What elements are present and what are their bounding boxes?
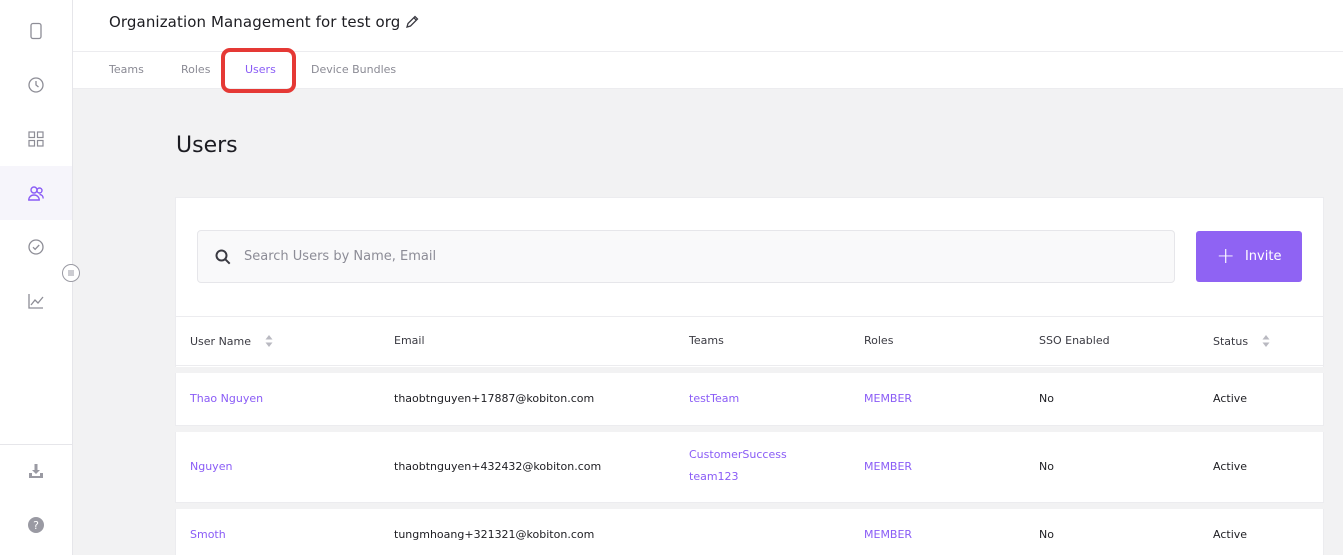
grid-icon: [28, 131, 44, 147]
sidebar-item-organization[interactable]: [0, 166, 72, 220]
plus-icon: +: [1216, 243, 1235, 269]
sort-icon[interactable]: [1262, 334, 1270, 348]
active-tab-highlight: [221, 48, 296, 93]
column-header-status[interactable]: Status: [1213, 334, 1270, 348]
search-icon: [215, 249, 231, 265]
sidebar: ?: [0, 0, 73, 555]
table-row: Nguyen thaobtnguyen+432432@kobiton.com C…: [176, 432, 1323, 503]
edit-org-name-button[interactable]: [402, 12, 422, 32]
tab-bar: Teams Roles Users Device Bundles: [73, 48, 1343, 93]
svg-text:?: ?: [33, 519, 39, 532]
tab-teams[interactable]: Teams: [109, 63, 144, 76]
page-header: Organization Management for test org: [73, 0, 1343, 52]
status-value: Active: [1213, 460, 1248, 473]
clock-icon: [28, 77, 44, 93]
page-title: Users: [176, 133, 238, 158]
tab-device-bundles[interactable]: Device Bundles: [311, 63, 396, 76]
users-icon: [28, 186, 44, 201]
user-email: thaobtnguyen+17887@kobiton.com: [394, 392, 595, 405]
role-link[interactable]: MEMBER: [864, 460, 912, 473]
column-header-teams: Teams: [689, 334, 724, 347]
column-header-user-name[interactable]: User Name: [190, 334, 273, 348]
menu-icon: [68, 270, 74, 276]
sidebar-item-analytics[interactable]: [0, 274, 72, 328]
team-link[interactable]: CustomerSuccess: [689, 448, 787, 461]
help-icon: ?: [28, 517, 44, 533]
status-value: Active: [1213, 392, 1248, 405]
role-link[interactable]: MEMBER: [864, 528, 912, 541]
role-link[interactable]: MEMBER: [864, 392, 912, 405]
sso-enabled-value: No: [1039, 528, 1054, 541]
tab-roles[interactable]: Roles: [181, 63, 210, 76]
sso-enabled-value: No: [1039, 460, 1054, 473]
team-link[interactable]: testTeam: [689, 392, 739, 405]
table-row: Smoth tungmhoang+321321@kobiton.com MEMB…: [176, 509, 1323, 555]
user-email: tungmhoang+321321@kobiton.com: [394, 528, 595, 541]
user-name-link[interactable]: Smoth: [190, 528, 226, 541]
team-link[interactable]: team123: [689, 470, 739, 483]
column-header-roles: Roles: [864, 334, 894, 347]
table-header: User Name Email Teams Roles SSO Enabled …: [176, 316, 1323, 366]
users-card: + Invite User Name Email Teams Roles SSO…: [175, 197, 1324, 555]
user-name-link[interactable]: Nguyen: [190, 460, 232, 473]
search-input[interactable]: [244, 231, 1144, 282]
sidebar-item-help[interactable]: ?: [0, 498, 72, 552]
download-icon: [29, 464, 43, 478]
pencil-icon: [406, 15, 419, 28]
column-header-email: Email: [394, 334, 425, 347]
sidebar-item-devices[interactable]: [0, 4, 72, 58]
invite-button[interactable]: + Invite: [1196, 231, 1302, 282]
sort-icon[interactable]: [265, 334, 273, 348]
sidebar-item-download[interactable]: [0, 444, 72, 498]
org-title: Organization Management for test org: [109, 13, 401, 31]
sidebar-item-tests[interactable]: [0, 220, 72, 274]
invite-button-label: Invite: [1244, 249, 1282, 264]
device-icon: [30, 22, 42, 40]
sidebar-item-sessions[interactable]: [0, 58, 72, 112]
table-row: Thao Nguyen thaobtnguyen+17887@kobiton.c…: [176, 373, 1323, 426]
user-name-link[interactable]: Thao Nguyen: [190, 392, 263, 405]
chart-icon: [28, 294, 44, 309]
column-header-sso-enabled: SSO Enabled: [1039, 334, 1110, 347]
user-email: thaobtnguyen+432432@kobiton.com: [394, 460, 602, 473]
sidebar-item-apps[interactable]: [0, 112, 72, 166]
sidebar-collapse-handle[interactable]: [62, 264, 80, 282]
sso-enabled-value: No: [1039, 392, 1054, 405]
search-box: [197, 230, 1175, 283]
check-circle-icon: [28, 239, 44, 255]
status-value: Active: [1213, 528, 1248, 541]
